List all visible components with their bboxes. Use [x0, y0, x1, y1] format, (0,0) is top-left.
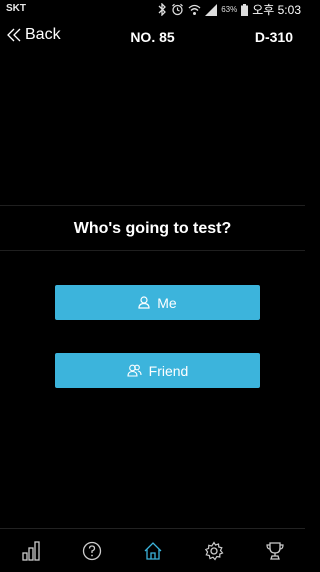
settings-icon [204, 540, 223, 561]
status-bar: SKT 63% 오후 5:03 [0, 0, 305, 18]
friend-label: Friend [148, 362, 189, 379]
bar-chart-icon [21, 540, 40, 561]
nav-item-settings[interactable] [183, 529, 244, 572]
divider [0, 205, 305, 206]
clock: 오후 5:03 [252, 3, 301, 17]
person-icon [138, 296, 150, 309]
nav-item-help[interactable] [61, 529, 122, 572]
back-button[interactable]: Back [6, 26, 61, 44]
question-title: Who's going to test? [73, 220, 232, 237]
status-icons: 63% 오후 5:03 [157, 1, 301, 18]
bluetooth-icon [158, 3, 167, 16]
battery-percent: 63% [221, 5, 238, 14]
nav-item-trophy[interactable] [244, 529, 305, 572]
me-label: Me [157, 294, 177, 311]
nav-item-home[interactable] [122, 529, 183, 572]
back-label: Back [25, 26, 61, 43]
signal-icon [205, 3, 218, 16]
me-button[interactable]: Me [55, 285, 260, 320]
trophy-icon [265, 541, 284, 560]
battery-icon [241, 3, 249, 16]
bottom-nav [0, 528, 305, 572]
alarm-icon [172, 3, 184, 16]
wifi-icon [188, 4, 201, 15]
home-icon [144, 541, 161, 560]
divider [0, 250, 305, 251]
people-icon [127, 364, 142, 377]
device-label: D-310 [254, 29, 293, 45]
nav-item-stats[interactable] [0, 529, 61, 572]
help-icon [82, 541, 101, 560]
double-chevron-left-icon [7, 28, 21, 42]
friend-button[interactable]: Friend [55, 353, 260, 388]
app-header: Back NO. 85 D-310 [0, 18, 305, 62]
carrier-label: SKT [6, 3, 26, 14]
